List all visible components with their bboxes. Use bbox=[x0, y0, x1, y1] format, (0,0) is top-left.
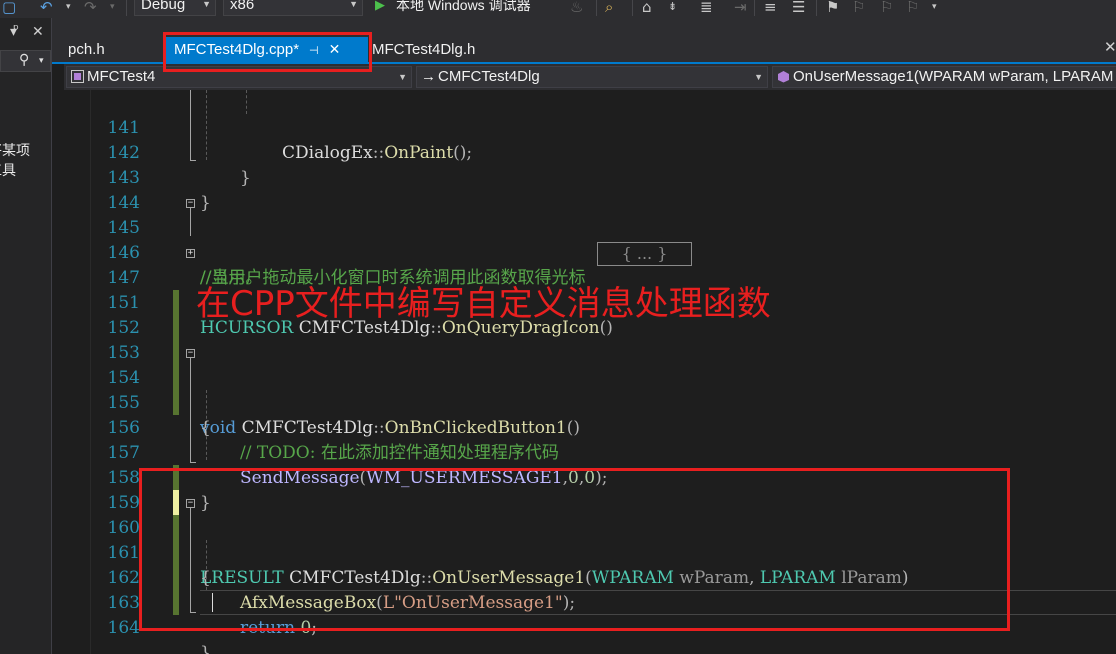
pane-search-input[interactable]: ⚲ ▾ bbox=[0, 50, 51, 72]
next-bookmark-icon[interactable]: ⚐ bbox=[880, 0, 893, 16]
bookmark-icon[interactable]: ⚑ bbox=[826, 0, 839, 16]
step-icon[interactable]: ⇟ bbox=[668, 0, 677, 16]
collapse-icon[interactable]: − bbox=[186, 349, 195, 358]
search-icon: ⚲ bbox=[19, 52, 30, 68]
tab-highlight-box bbox=[163, 32, 372, 72]
toolbar-separator bbox=[632, 0, 633, 16]
project-name: MFCTest4 bbox=[87, 68, 156, 85]
code-line: 141 CDialogEx::OnPaint(); bbox=[64, 91, 1116, 163]
tab-mfctest4dlg-h[interactable]: MFCTest4Dlg.h bbox=[372, 37, 475, 62]
home-icon[interactable]: ⌂ bbox=[642, 0, 652, 16]
code-highlight-box bbox=[139, 468, 1010, 631]
code-line: 156 // TODO: 在此添加控件通知处理程序代码 bbox=[64, 391, 1116, 463]
clear-bookmark-icon[interactable]: ⚐ bbox=[906, 0, 919, 16]
flame-icon[interactable]: ♨ bbox=[570, 0, 583, 16]
configuration-value: Debug bbox=[141, 0, 186, 13]
chevron-down-icon: ▼ bbox=[398, 72, 407, 82]
redo-icon[interactable]: ↷ bbox=[84, 0, 97, 16]
undo-dropdown-icon[interactable]: ▾ bbox=[66, 0, 71, 16]
toolbar-overflow-icon[interactable]: ▾ bbox=[932, 0, 937, 16]
code-line: 142 } bbox=[64, 116, 1116, 188]
comment-icon[interactable]: ≡ bbox=[764, 0, 777, 16]
code-line: 154 − void CMFCTest4Dlg::OnBnClickedButt… bbox=[64, 341, 1116, 439]
undo-icon[interactable]: ↶ bbox=[40, 0, 53, 16]
token: } bbox=[200, 643, 211, 654]
member-dropdown[interactable]: OnUserMessage1(WPARAM wParam, LPARAM lPa… bbox=[772, 66, 1116, 88]
method-icon bbox=[778, 71, 789, 83]
toolbar-separator bbox=[126, 0, 127, 16]
close-icon[interactable]: ✕ bbox=[32, 24, 44, 40]
code-line: 157 SendMessage(WM_USERMESSAGE1,0,0); bbox=[64, 416, 1116, 488]
pane-hint-text: 将某项 bbox=[0, 143, 30, 159]
project-icon bbox=[71, 70, 84, 83]
code-line: 158 } bbox=[64, 441, 1116, 513]
code-line: 145 − //当用户拖动最小化窗口时系统调用此函数取得光标 bbox=[64, 191, 1116, 289]
pin-icon[interactable]: ᵖ bbox=[13, 22, 19, 38]
prev-bookmark-icon[interactable]: ⚐ bbox=[852, 0, 865, 16]
close-icon[interactable]: ✕ bbox=[1104, 38, 1116, 56]
chevron-down-icon: ▼ bbox=[349, 0, 358, 9]
class-dropdown[interactable]: → CMFCTest4Dlg ▼ bbox=[416, 66, 768, 88]
indent-icon[interactable]: ⇥ bbox=[734, 0, 747, 16]
find-in-files-icon[interactable]: ⌕ bbox=[605, 0, 613, 16]
code-line: 143 } bbox=[64, 141, 1116, 213]
annotation-text: 在CPP文件中编写自定义消息处理函数 bbox=[196, 284, 771, 324]
toolbar: ▢ ↶ ▾ ↷ ▾ Debug ▼ x86 ▼ ▶ 本地 Windows 调试器… bbox=[0, 0, 1116, 18]
class-name: CMFCTest4Dlg bbox=[438, 68, 540, 85]
search-options-icon[interactable]: ▾ bbox=[39, 56, 44, 66]
expand-icon[interactable]: + bbox=[186, 249, 195, 258]
line-number: 164 bbox=[107, 618, 140, 638]
member-name: OnUserMessage1(WPARAM wParam, LPARAM lPa… bbox=[793, 68, 1116, 85]
arrow-right-icon: → bbox=[421, 68, 436, 85]
code-line: 155 { bbox=[64, 366, 1116, 438]
window-icon[interactable]: ▢ bbox=[2, 0, 16, 16]
toolbar-separator bbox=[754, 0, 755, 16]
start-debugging-button[interactable]: 本地 Windows 调试器 bbox=[396, 0, 531, 13]
chevron-down-icon: ▼ bbox=[754, 72, 763, 82]
line-content: } bbox=[200, 641, 211, 654]
platform-select[interactable]: x86 ▼ bbox=[223, 0, 363, 16]
play-icon[interactable]: ▶ bbox=[375, 0, 385, 13]
code-editor[interactable]: 141 CDialogEx::OnPaint(); 142 } 143 } 14… bbox=[64, 90, 1116, 654]
code-line: 146 //显示。 bbox=[64, 216, 1116, 288]
redo-dropdown-icon[interactable]: ▾ bbox=[110, 0, 115, 16]
toolbar-separator bbox=[596, 0, 597, 16]
collapse-icon[interactable]: − bbox=[186, 199, 195, 208]
pane-hint-text: 工具 bbox=[0, 163, 16, 179]
platform-value: x86 bbox=[230, 0, 255, 13]
bookmark-list-icon[interactable]: ≣ bbox=[700, 0, 713, 16]
toolbar-separator bbox=[816, 0, 817, 16]
uncomment-icon[interactable]: ☰ bbox=[792, 0, 805, 16]
tab-pch-h[interactable]: pch.h bbox=[68, 37, 105, 62]
solution-explorer-pane: ▾ ᵖ ✕ ⚲ ▾ 将某项 工具 bbox=[0, 18, 52, 654]
collapsed-region[interactable]: { ... } bbox=[597, 242, 692, 266]
code-line: 147 + HCURSOR CMFCTest4Dlg::OnQueryDragI… bbox=[64, 241, 1116, 339]
configuration-select[interactable]: Debug ▼ bbox=[134, 0, 216, 16]
chevron-down-icon: ▼ bbox=[202, 0, 211, 9]
code-line: 144 bbox=[64, 166, 1116, 213]
pane-header: ▾ ᵖ ✕ bbox=[0, 18, 51, 46]
